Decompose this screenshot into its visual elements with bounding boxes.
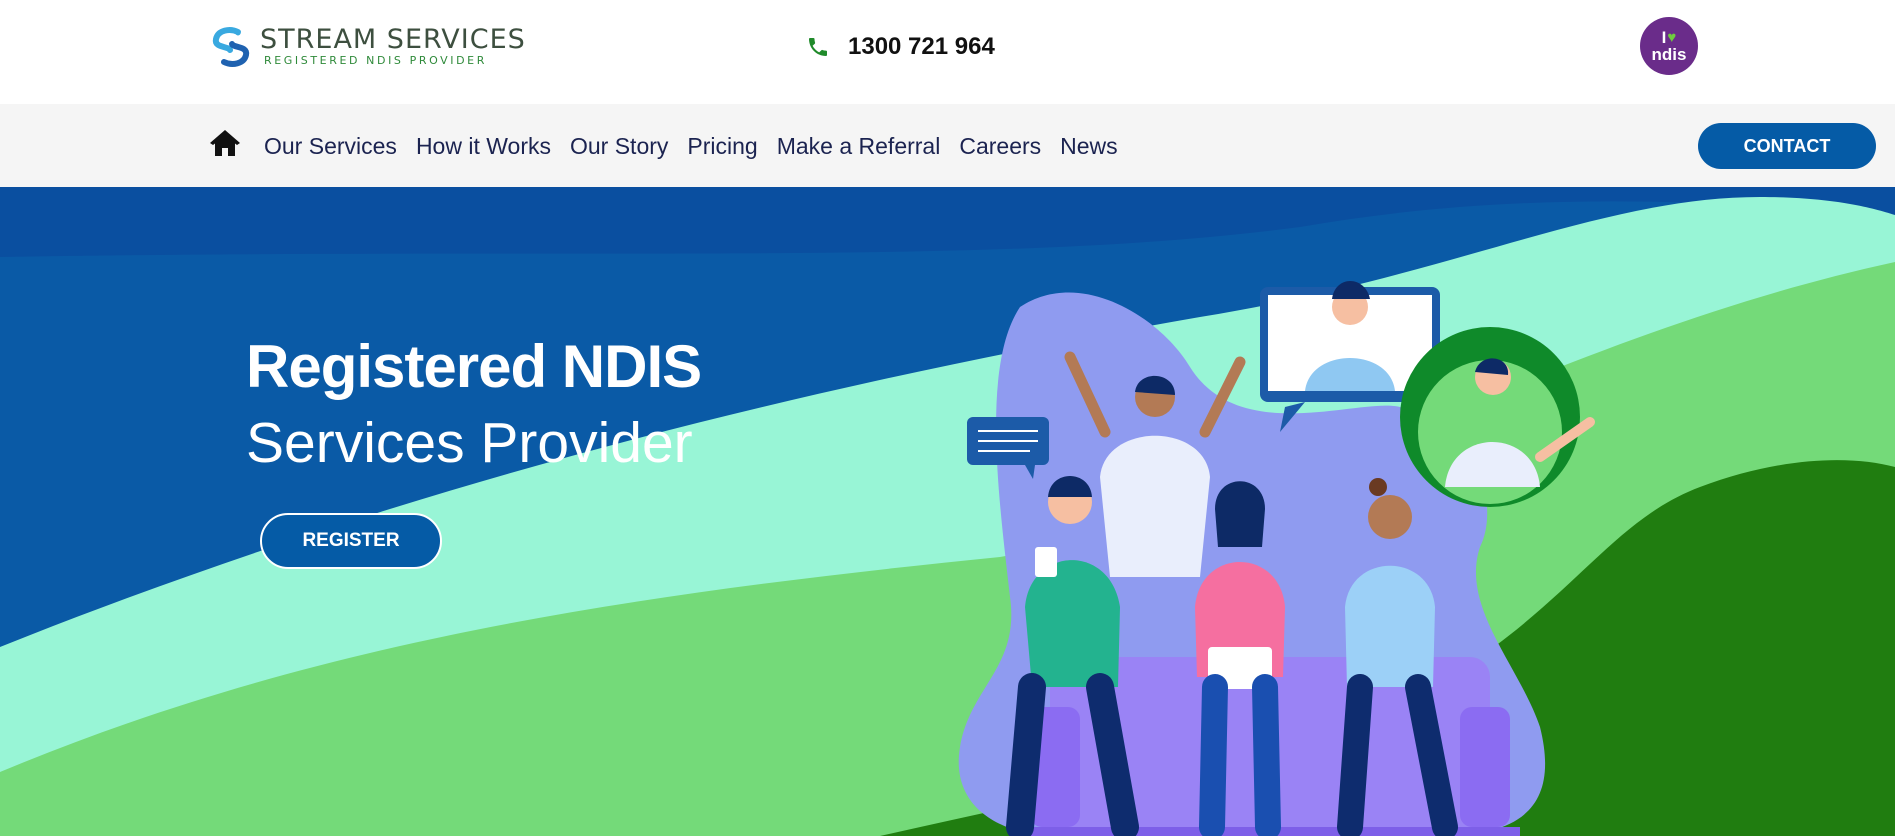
nav-item-news[interactable]: News	[1060, 133, 1118, 160]
hero-section: Registered NDIS Services Provider REGIST…	[0, 187, 1895, 836]
ndis-badge-i: I	[1661, 27, 1667, 47]
home-icon[interactable]	[209, 128, 241, 158]
phone-link[interactable]: 1300 721 964	[806, 30, 995, 64]
nav-item-make-a-referral[interactable]: Make a Referral	[777, 133, 941, 160]
nav-item-our-services[interactable]: Our Services	[264, 133, 397, 160]
site-logo[interactable]: STREAM SERVICES REGISTERED NDIS PROVIDER	[208, 22, 538, 72]
logo-name: STREAM SERVICES	[260, 24, 526, 55]
phone-icon	[809, 38, 827, 56]
nav-item-careers[interactable]: Careers	[959, 133, 1041, 160]
ndis-badge-text: ndis	[1651, 44, 1687, 64]
heart-icon: ♥	[1667, 28, 1677, 46]
main-navigation: Our Services How it Works Our Story Pric…	[0, 104, 1895, 187]
stream-logo-icon	[212, 27, 250, 67]
ndis-badge[interactable]: I ♥ ndis	[1640, 17, 1698, 75]
hero-title-line1: Registered NDIS	[246, 333, 702, 400]
people-illustration	[958, 281, 1595, 836]
hero-title-line2: Services Provider	[246, 411, 693, 475]
top-bar: STREAM SERVICES REGISTERED NDIS PROVIDER…	[0, 0, 1895, 104]
nav-item-pricing[interactable]: Pricing	[687, 133, 757, 160]
register-button[interactable]: REGISTER	[260, 513, 442, 569]
nav-item-how-it-works[interactable]: How it Works	[416, 133, 551, 160]
phone-number[interactable]: 1300 721 964	[848, 33, 995, 61]
nav-item-our-story[interactable]: Our Story	[570, 133, 668, 160]
logo-tagline: REGISTERED NDIS PROVIDER	[264, 54, 487, 67]
contact-button[interactable]: CONTACT	[1698, 123, 1876, 169]
hero-title: Registered NDIS Services Provider	[246, 329, 702, 481]
nav-menu: Our Services How it Works Our Story Pric…	[264, 126, 1137, 166]
